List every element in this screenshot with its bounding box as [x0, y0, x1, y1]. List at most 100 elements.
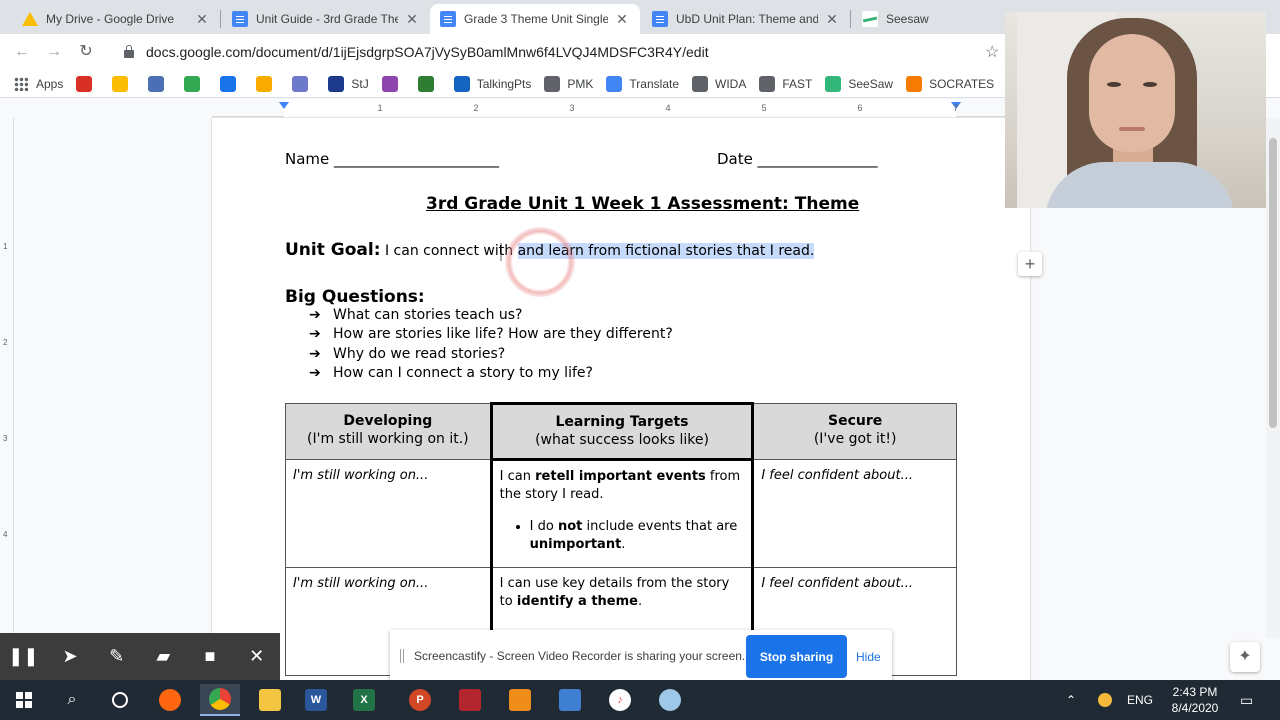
explore-icon[interactable]: ✦	[1230, 642, 1260, 672]
bookmark-label: FAST	[782, 76, 813, 91]
pen-icon[interactable]: ✎	[93, 633, 140, 680]
forward-arrow-icon[interactable]: →	[44, 42, 64, 62]
date-field[interactable]: Date ________________	[717, 150, 878, 168]
highlighter-icon[interactable]: ▰	[140, 633, 187, 680]
close-icon[interactable]: ✕	[194, 11, 210, 28]
learning-target-cell[interactable]: I can retell important events from the s…	[489, 459, 755, 568]
bookmark-item[interactable]	[148, 75, 171, 92]
bookmark-item[interactable]: TalkingPts	[453, 75, 532, 92]
ruler-number: 3	[3, 434, 8, 443]
powerpoint-icon[interactable]: P	[400, 684, 440, 716]
tab-seesaw[interactable]: Seesaw	[852, 4, 1002, 34]
list-item[interactable]: ➔ How are stories like life? How are they…	[309, 326, 673, 345]
excel-icon[interactable]: X	[344, 684, 384, 716]
file-explorer-icon[interactable]	[250, 684, 290, 716]
cursor-icon[interactable]: ➤	[47, 633, 94, 680]
bookmark-item[interactable]	[220, 75, 243, 92]
address-bar[interactable]: docs.google.com/document/d/1ijEjsdgrpSOA…	[110, 38, 1010, 66]
tab-ubd-unit-plan[interactable]: UbD Unit Plan: Theme and ✕	[642, 4, 850, 34]
back-arrow-icon[interactable]: ←	[12, 42, 32, 62]
tab-grade-3-theme[interactable]: Grade 3 Theme Unit Single ✕	[430, 4, 640, 34]
bookmark-item[interactable]: SOCRATES	[906, 75, 994, 92]
bookmark-star-icon[interactable]: ☆	[985, 42, 999, 62]
screencastify-toolbar: ❚❚ ➤ ✎ ▰ ■ ✕	[0, 633, 280, 680]
chrome-icon[interactable]	[200, 684, 240, 716]
bookmark-item[interactable]: PMK	[544, 75, 593, 92]
bookmark-item[interactable]: Translate	[606, 75, 679, 92]
bookmark-item[interactable]	[256, 75, 279, 92]
tab-my-drive[interactable]: My Drive - Google Drive ✕	[12, 4, 220, 34]
drive-icon	[112, 75, 129, 92]
vertical-ruler[interactable]: 1 2 3 4	[0, 118, 14, 638]
firefox-icon[interactable]	[150, 684, 190, 716]
keep-icon	[292, 75, 309, 92]
start-button[interactable]	[4, 684, 44, 716]
docs-icon	[232, 11, 248, 27]
app-icon[interactable]	[450, 684, 490, 716]
document-page[interactable]: Name ______________________ Date _______…	[212, 118, 1030, 680]
cortana-icon[interactable]	[100, 684, 140, 716]
bookmark-item[interactable]: SeeSaw	[825, 75, 893, 92]
header-learning-targets[interactable]: Learning Targets (what success looks like…	[489, 402, 755, 461]
tab-unit-guide[interactable]: Unit Guide - 3rd Grade The ✕	[222, 4, 430, 34]
list-item[interactable]: ➔ Why do we read stories?	[309, 346, 673, 365]
big-questions-heading[interactable]: Big Questions:	[285, 287, 425, 307]
camera-icon[interactable]: ■	[187, 633, 234, 680]
list-item[interactable]: ➔ What can stories teach us?	[309, 307, 673, 326]
ruler-number: 6	[857, 103, 863, 113]
search-icon[interactable]: ⌕	[52, 684, 92, 716]
secure-cell[interactable]: I feel confident about...	[752, 459, 957, 568]
bookmark-item[interactable]	[112, 75, 135, 92]
close-icon[interactable]: ✕	[614, 11, 630, 28]
notification-icon[interactable]: ▭	[1240, 680, 1253, 720]
drag-handle-icon[interactable]	[400, 649, 404, 663]
header-secure[interactable]: Secure (I've got it!)	[752, 403, 957, 460]
bookmark-item[interactable]: FAST	[759, 75, 813, 92]
bookmark-item[interactable]: Apps	[14, 76, 63, 91]
bookmark-item[interactable]	[417, 75, 441, 92]
header-developing[interactable]: Developing (I'm still working on it.)	[285, 403, 492, 460]
bookmark-item[interactable]	[76, 75, 99, 92]
word-icon[interactable]: W	[296, 684, 336, 716]
close-icon[interactable]: ✕	[233, 633, 280, 680]
hide-button[interactable]: Hide	[856, 635, 881, 678]
developing-cell[interactable]: I'm still working on...	[285, 459, 492, 568]
tray-expand-icon[interactable]: ⌃	[1066, 680, 1076, 720]
bookmark-item[interactable]	[292, 75, 315, 92]
stop-sharing-button[interactable]: Stop sharing	[746, 635, 847, 678]
bookmark-item[interactable]	[381, 75, 405, 92]
paint-icon[interactable]	[650, 684, 690, 716]
horizontal-ruler[interactable]: 1 2 3 4 5 6 7	[212, 100, 1030, 117]
bookmark-item[interactable]: WIDA	[692, 75, 746, 92]
scrollbar-thumb[interactable]	[1269, 138, 1277, 428]
bookmark-item[interactable]: StJ	[328, 75, 369, 92]
arrow-bullet-icon: ➔	[309, 326, 321, 343]
webcam-person-face	[1089, 34, 1175, 152]
bookmark-label: TalkingPts	[476, 76, 532, 91]
lock-icon	[124, 45, 134, 58]
left-indent-marker[interactable]	[279, 102, 289, 109]
tray-app-icon[interactable]	[1098, 680, 1112, 720]
close-icon[interactable]: ✕	[404, 11, 420, 28]
itunes-icon[interactable]: ♪	[600, 684, 640, 716]
calculator-icon[interactable]	[550, 684, 590, 716]
close-icon[interactable]: ✕	[824, 11, 840, 28]
pause-icon[interactable]: ❚❚	[0, 633, 47, 680]
list-item[interactable]: ➔ How can I connect a story to my life?	[309, 365, 673, 384]
bookmark-item[interactable]	[184, 75, 207, 92]
ruler-number: 5	[761, 103, 767, 113]
talkingpts-icon	[453, 75, 470, 92]
reload-icon[interactable]: ↻	[76, 42, 96, 62]
system-clock[interactable]: 2:43 PM 8/4/2020	[1160, 684, 1230, 716]
document-title[interactable]: 3rd Grade Unit 1 Week 1 Assessment: Them…	[426, 194, 859, 214]
calendar-grid-icon	[148, 75, 165, 92]
add-comment-icon[interactable]: +	[1018, 252, 1042, 276]
name-field[interactable]: Name ______________________	[285, 150, 499, 168]
scrollbar[interactable]	[1266, 118, 1280, 638]
snagit-icon[interactable]	[500, 684, 540, 716]
webcam-overlay[interactable]	[1005, 12, 1266, 208]
text-cursor-icon	[500, 243, 502, 261]
stj-icon	[328, 75, 345, 92]
language-indicator[interactable]: ENG	[1127, 680, 1153, 720]
tab-title: Unit Guide - 3rd Grade The	[256, 12, 398, 26]
